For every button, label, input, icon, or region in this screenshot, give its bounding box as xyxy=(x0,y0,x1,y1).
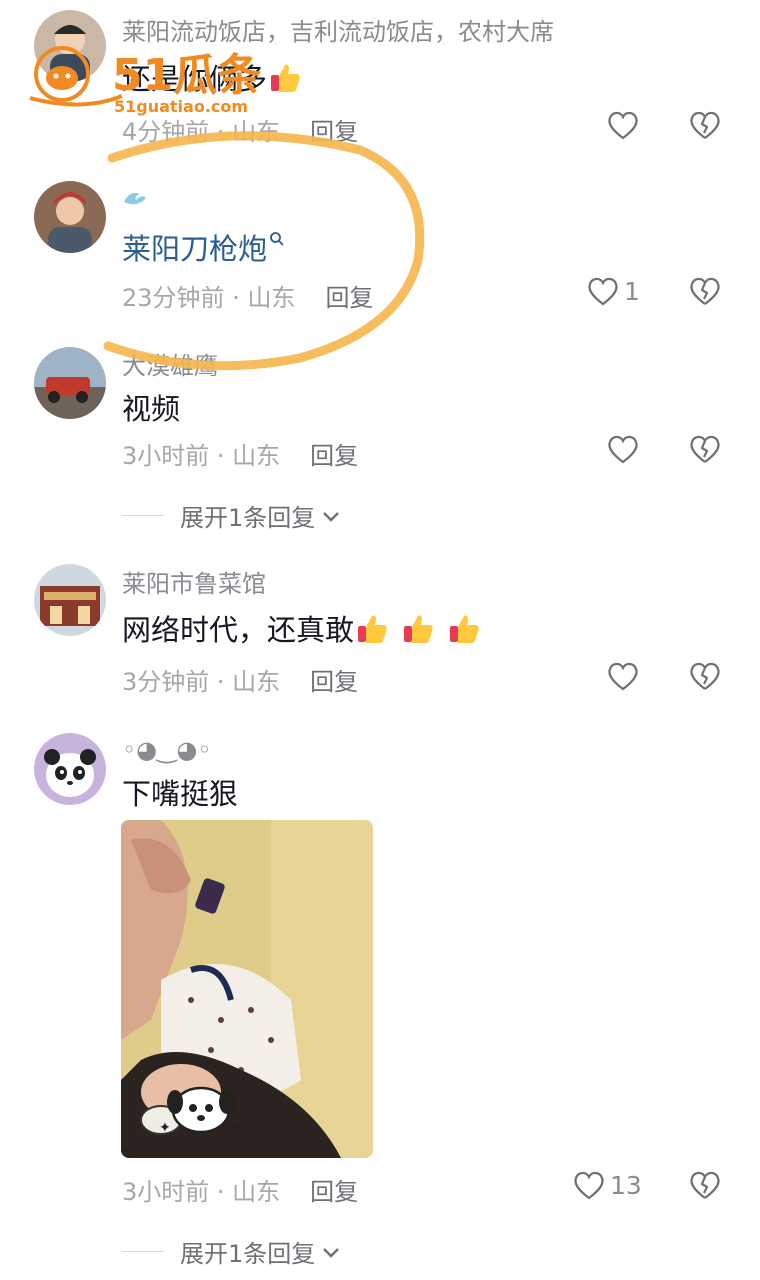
comment-meta: 3小时前 · 山东 回复 xyxy=(122,442,359,470)
reply-button[interactable]: 回复 xyxy=(310,668,358,696)
comment-username[interactable]: 大漠雄鹰 xyxy=(122,346,218,381)
heart-outline-icon xyxy=(574,1171,604,1200)
comment-location: 山东 xyxy=(232,1178,281,1206)
comment-time: 3分钟前 xyxy=(122,668,210,696)
comment-meta: 3分钟前 · 山东 回复 xyxy=(122,668,359,696)
comment-time: 3小时前 xyxy=(122,1178,210,1206)
avatar[interactable] xyxy=(34,564,106,636)
heart-outline-icon xyxy=(608,111,638,140)
chevron-down-icon xyxy=(323,511,340,522)
comment-location: 山东 xyxy=(247,284,296,312)
comment-text: 网络时代，还真敢 xyxy=(122,607,482,649)
broken-heart-icon[interactable] xyxy=(688,1169,722,1201)
comment-image[interactable]: ✦ ✦ xyxy=(121,820,373,1158)
comment-meta: 23分钟前 · 山东 回复 xyxy=(122,284,374,312)
broken-heart-icon[interactable] xyxy=(688,109,722,141)
comment-text: 视频 xyxy=(122,392,181,426)
avatar[interactable] xyxy=(34,181,106,253)
comment-meta: 3小时前 · 山东 回复 xyxy=(122,1178,359,1206)
heart-outline-icon xyxy=(588,277,618,306)
comment-location: 山东 xyxy=(232,442,281,470)
broken-heart-icon[interactable] xyxy=(688,433,722,465)
expand-replies-button[interactable]: 展开1条回复 xyxy=(122,1234,341,1269)
comment-time: 23分钟前 xyxy=(122,284,225,312)
comment-location: 山东 xyxy=(232,118,281,146)
like-count: 13 xyxy=(610,1170,642,1200)
comment-text: 下嘴挺狠 xyxy=(122,777,239,811)
watermark-url: 51guatiao.com xyxy=(114,97,248,116)
reply-button[interactable]: 回复 xyxy=(310,118,358,146)
thumbs-up-emoji xyxy=(450,615,479,643)
comment-text[interactable]: 莱阳刀枪炮 xyxy=(122,226,285,268)
comment-username[interactable]: 莱阳市鲁菜馆 xyxy=(122,564,266,599)
level-badge-icon xyxy=(124,193,146,205)
thumbs-up-emoji xyxy=(404,615,433,643)
divider xyxy=(122,1251,164,1252)
svg-text:✦: ✦ xyxy=(229,1120,241,1136)
comment-time: 4分钟前 xyxy=(122,118,210,146)
broken-heart-icon[interactable] xyxy=(688,275,722,307)
like-button[interactable] xyxy=(606,660,640,692)
comment-text-body: 网络时代，还真敢 xyxy=(122,613,355,647)
heart-outline-icon xyxy=(608,662,638,691)
svg-text:✦: ✦ xyxy=(159,1120,171,1136)
reply-button[interactable]: 回复 xyxy=(310,442,358,470)
thumbs-up-emoji xyxy=(358,615,387,643)
like-count: 1 xyxy=(624,276,640,306)
comment-location: 山东 xyxy=(232,668,281,696)
search-icon xyxy=(270,232,284,246)
comment-username[interactable]: ◦◕‿◕◦ xyxy=(122,736,211,764)
avatar[interactable] xyxy=(34,347,106,419)
like-button[interactable] xyxy=(606,109,640,141)
watermark-brand: 51瓜条 xyxy=(112,50,261,101)
expand-replies-label: 展开1条回复 xyxy=(180,504,316,532)
expand-replies-label: 展开1条回复 xyxy=(180,1240,316,1268)
heart-outline-icon xyxy=(608,435,638,464)
reply-button[interactable]: 回复 xyxy=(325,284,373,312)
reply-button[interactable]: 回复 xyxy=(310,1178,358,1206)
chevron-down-icon xyxy=(323,1247,340,1258)
like-button[interactable]: 13 xyxy=(572,1169,642,1201)
like-button[interactable]: 1 xyxy=(586,275,640,307)
comment-time: 3小时前 xyxy=(122,442,210,470)
broken-heart-icon[interactable] xyxy=(688,660,722,692)
mention-link[interactable]: 莱阳刀枪炮 xyxy=(122,232,267,266)
divider xyxy=(122,515,164,516)
avatar[interactable] xyxy=(34,733,106,805)
expand-replies-button[interactable]: 展开1条回复 xyxy=(122,498,341,533)
watermark-logo: 51瓜条 51guatiao.com xyxy=(22,40,302,120)
like-button[interactable] xyxy=(606,433,640,465)
